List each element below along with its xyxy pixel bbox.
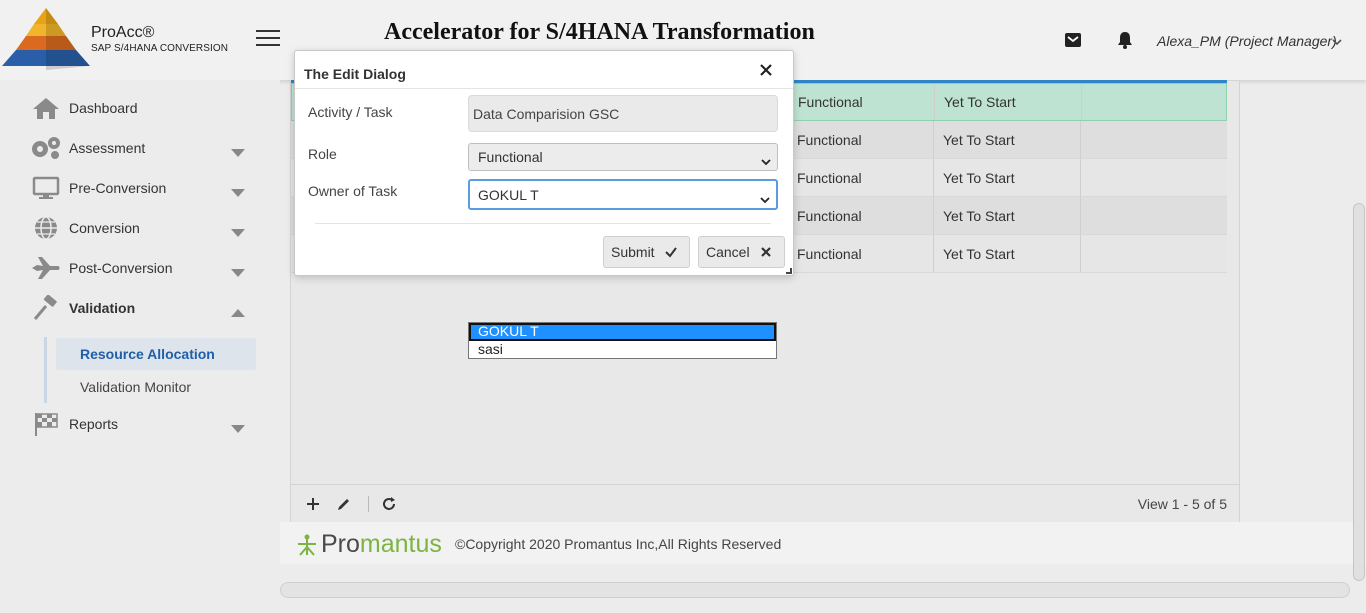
dropdown-option[interactable]: sasi [469, 341, 776, 359]
role-label: Role [308, 146, 337, 162]
cancel-label: Cancel [706, 244, 750, 260]
owner-select-value: GOKUL T [478, 186, 539, 203]
brand-name: ProAcc® [91, 24, 155, 41]
gears-icon [30, 134, 62, 162]
sidebar-item-dashboard[interactable]: Dashboard [0, 88, 280, 128]
home-icon [30, 94, 62, 122]
checkered-flag-icon [30, 410, 62, 438]
bell-icon[interactable] [1116, 31, 1134, 49]
status-cell: Yet To Start [934, 121, 1081, 158]
copyright-text: ©Copyright 2020 Promantus Inc,All Rights… [455, 536, 782, 552]
edit-pencil-icon[interactable] [335, 495, 353, 513]
dropdown-option[interactable]: GOKUL T [469, 323, 776, 341]
activity-field[interactable]: Data Comparision GSC [468, 95, 778, 132]
sidebar-item-label: Dashboard [69, 100, 138, 116]
close-icon[interactable] [758, 62, 774, 78]
sidebar-item-post-conversion[interactable]: Post-Conversion [0, 248, 280, 288]
globe-icon [30, 214, 62, 242]
check-icon [664, 247, 677, 258]
activity-label: Activity / Task [308, 104, 393, 120]
submit-button[interactable]: Submit [603, 236, 690, 268]
owner-dropdown-list: GOKUL T sasi [468, 322, 777, 359]
status-cell: Yet To Start [934, 235, 1081, 272]
page-footer: Promantus ©Copyright 2020 Promantus Inc,… [280, 522, 1366, 564]
sidebar-item-label: Validation [69, 300, 136, 316]
refresh-icon[interactable] [380, 495, 398, 513]
role-cell: Functional [791, 159, 934, 196]
caret-down-icon [231, 420, 245, 433]
dialog-divider [315, 223, 771, 224]
role-cell: Functional [792, 84, 935, 120]
submenu-rail [44, 337, 47, 403]
gavel-icon [30, 294, 62, 322]
add-icon[interactable] [304, 495, 322, 513]
sidebar: Dashboard Assessment Pre-Conversion Conv… [0, 80, 280, 613]
owner-label: Owner of Task [308, 183, 398, 199]
brand-subtitle: SAP S/4HANA CONVERSION [91, 43, 229, 54]
horizontal-scrollbar[interactable] [280, 582, 1350, 598]
sidebar-item-label: Reports [69, 416, 119, 432]
role-cell: Functional [791, 121, 934, 158]
mail-icon[interactable] [1064, 31, 1082, 49]
user-menu[interactable]: Alexa_PM (Project Manager) [1157, 33, 1337, 49]
submit-label: Submit [611, 244, 655, 260]
sidebar-item-label: Conversion [69, 220, 140, 236]
sidebar-item-label: Assessment [69, 140, 146, 156]
plane-icon [30, 254, 62, 282]
chevron-down-icon [761, 153, 771, 166]
promantus-logo: Promantus [296, 530, 442, 559]
role-select-value: Functional [478, 149, 543, 165]
promantus-wordmark: Promantus [321, 530, 442, 559]
dialog-title: The Edit Dialog [304, 66, 406, 82]
caret-down-icon [231, 144, 245, 157]
cancel-button[interactable]: Cancel [698, 236, 785, 268]
role-cell: Functional [791, 197, 934, 234]
chevron-down-icon [760, 191, 770, 204]
vertical-scrollbar[interactable] [1353, 203, 1365, 581]
hamburger-menu-icon[interactable] [256, 30, 280, 48]
owner-select[interactable]: GOKUL T [468, 179, 778, 210]
caret-down-icon [231, 224, 245, 237]
status-cell: Yet To Start [935, 84, 1082, 120]
dialog-resize-handle[interactable] [786, 268, 792, 274]
sidebar-item-label: Post-Conversion [69, 260, 173, 276]
status-cell: Yet To Start [934, 159, 1081, 196]
grid-pager: View 1 - 5 of 5 [291, 484, 1239, 522]
chevron-down-icon[interactable] [1332, 34, 1342, 46]
proacc-logo [2, 6, 92, 70]
role-select[interactable]: Functional [468, 143, 778, 171]
sidebar-item-pre-conversion[interactable]: Pre-Conversion [0, 168, 280, 208]
edit-dialog: The Edit Dialog Activity / Task Data Com… [294, 50, 794, 276]
brand-prefix: Pro [321, 530, 360, 558]
status-cell: Yet To Start [934, 197, 1081, 234]
app-title: Accelerator for S/4HANA Transformation [384, 19, 815, 45]
sidebar-item-label: Pre-Conversion [69, 180, 167, 196]
sidebar-subitem-resource-allocation[interactable]: Resource Allocation [56, 338, 256, 370]
sidebar-item-validation[interactable]: Validation [0, 288, 280, 328]
sidebar-item-assessment[interactable]: Assessment [0, 128, 280, 168]
sidebar-subitem-validation-monitor[interactable]: Validation Monitor [56, 371, 256, 403]
brand: ProAcc® SAP S/4HANA CONVERSION [91, 24, 228, 54]
brand-suffix: mantus [359, 530, 442, 558]
caret-up-icon [231, 304, 245, 317]
pager-view-count: View 1 - 5 of 5 [1137, 496, 1227, 512]
dialog-header: The Edit Dialog [295, 51, 793, 89]
close-icon [760, 247, 771, 257]
caret-down-icon [231, 184, 245, 197]
monitor-icon [30, 174, 62, 202]
sidebar-item-reports[interactable]: Reports [0, 404, 280, 444]
promantus-mark-icon [298, 534, 316, 556]
sidebar-item-conversion[interactable]: Conversion [0, 208, 280, 248]
role-cell: Functional [791, 235, 934, 272]
caret-down-icon [231, 264, 245, 277]
pager-separator [368, 496, 369, 512]
